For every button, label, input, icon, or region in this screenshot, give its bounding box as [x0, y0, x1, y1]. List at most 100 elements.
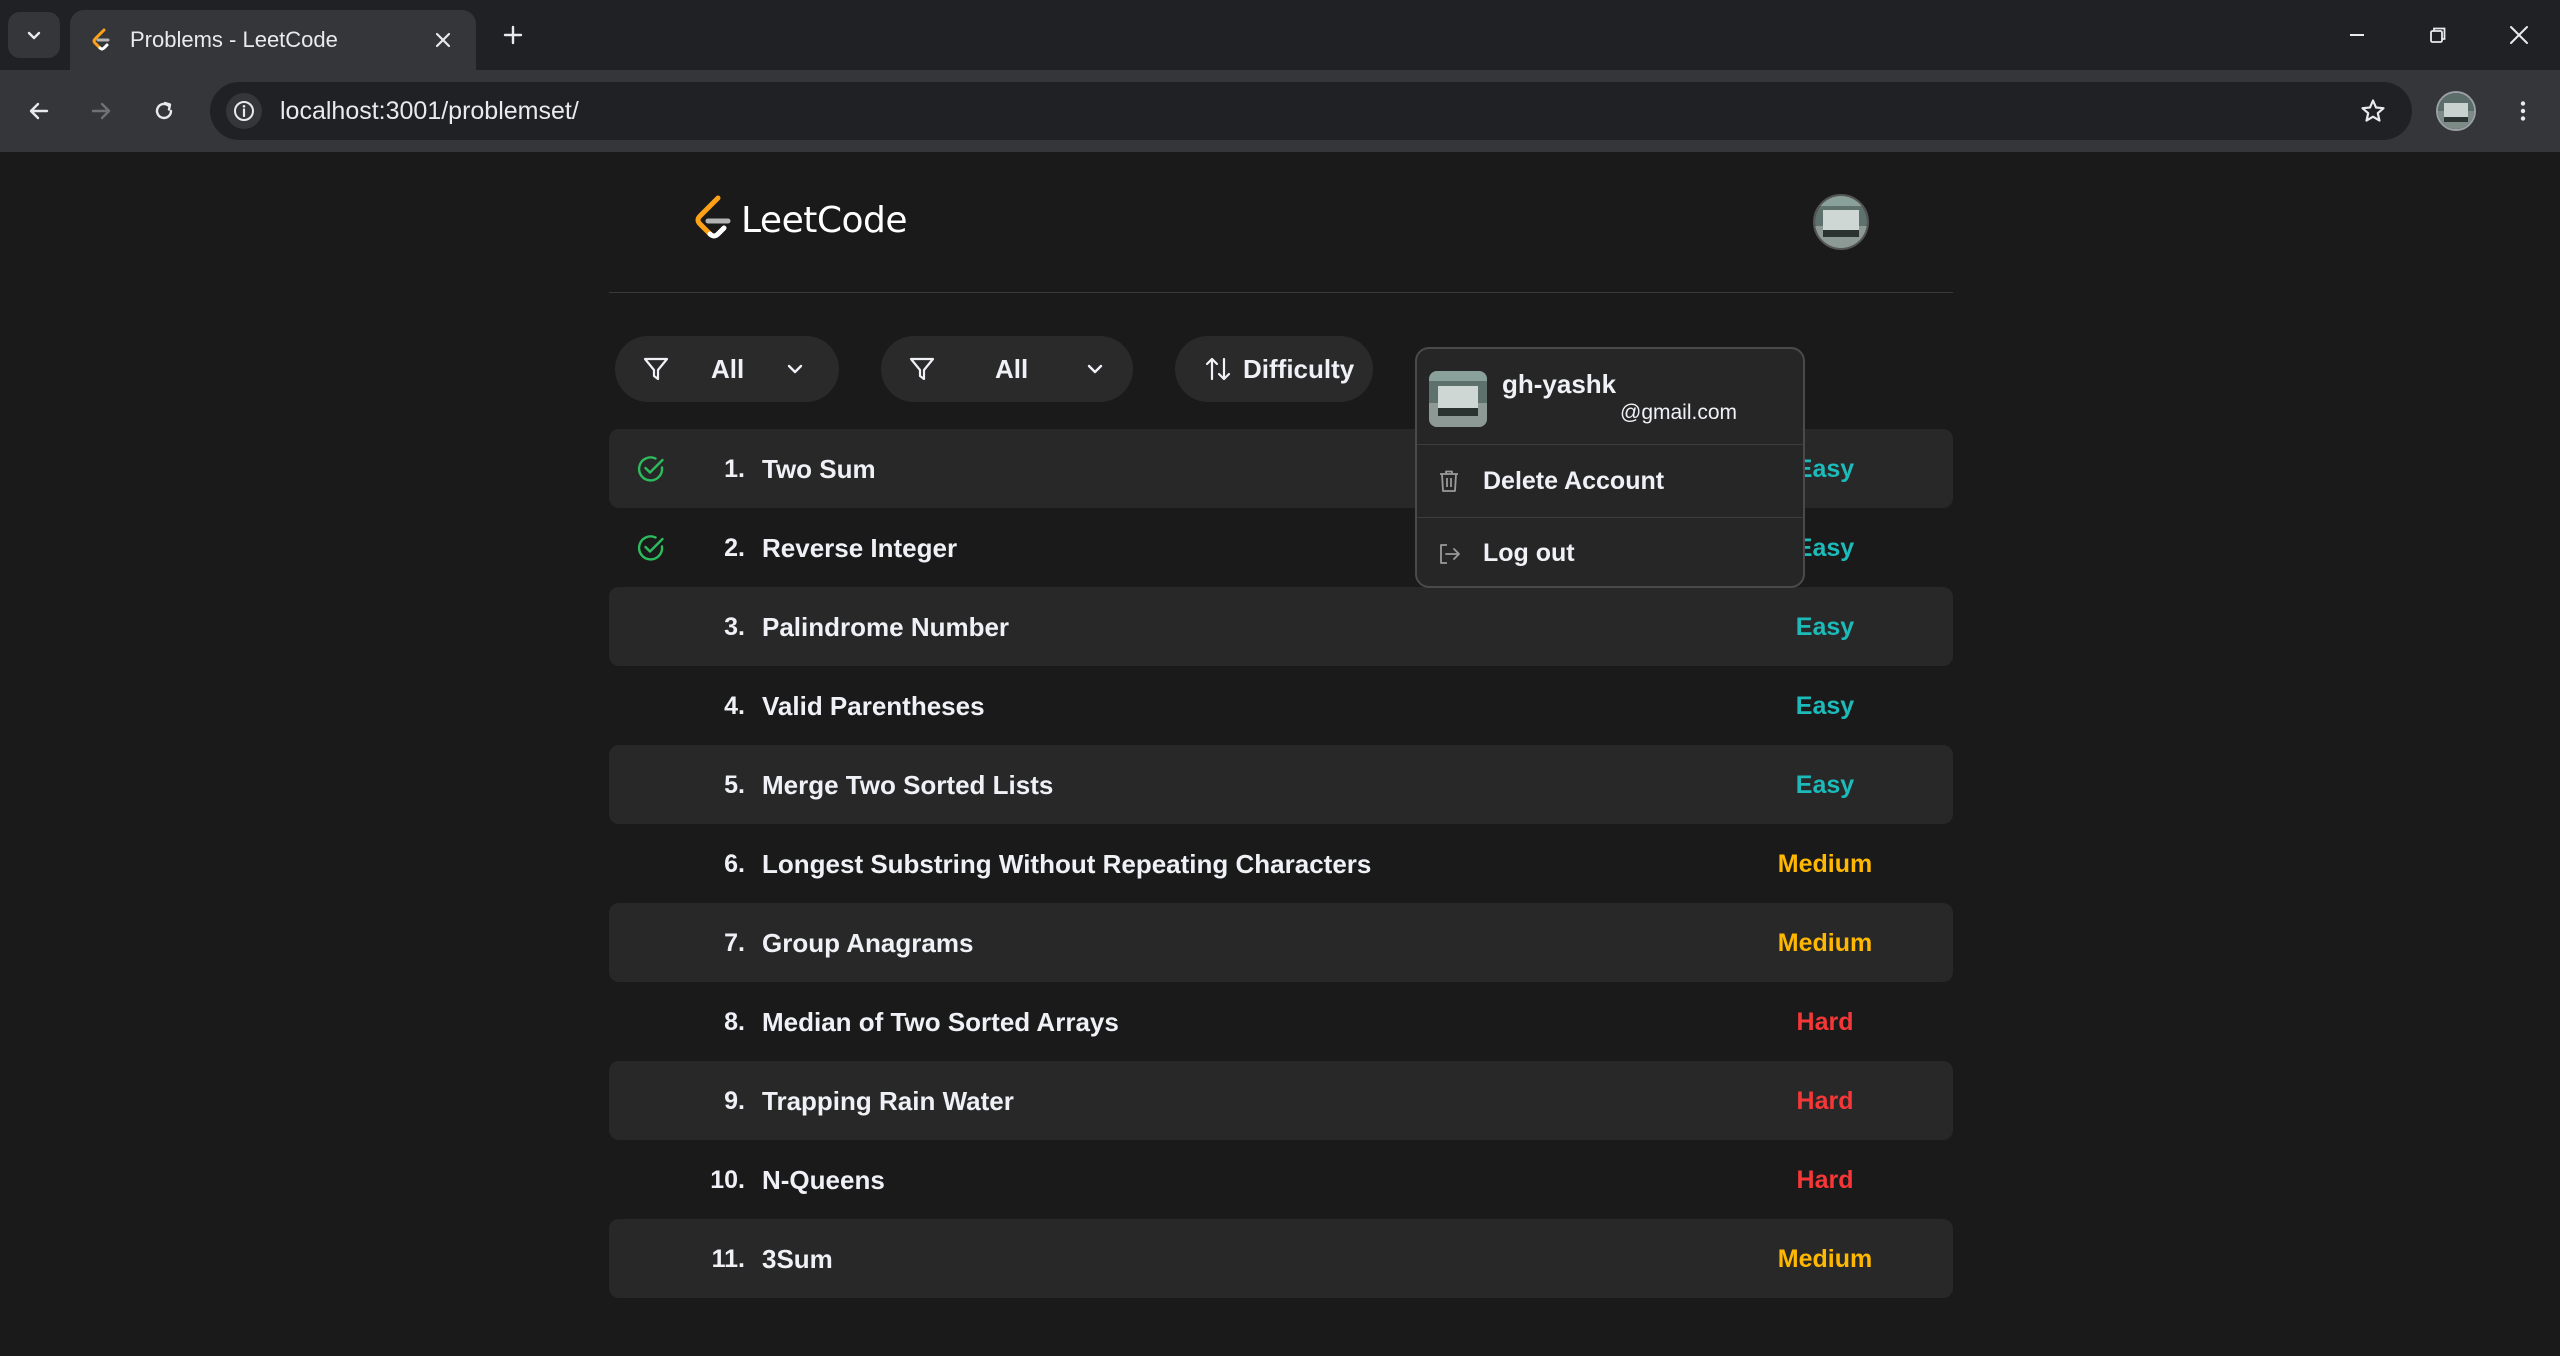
tag-filter[interactable]: All	[881, 336, 1133, 402]
leetcode-favicon-icon	[92, 28, 110, 51]
problem-difficulty: Easy	[1765, 613, 1885, 642]
difficulty-label: Hard	[1796, 1008, 1854, 1036]
filter-icon	[909, 357, 935, 381]
minimize-icon	[2350, 34, 2364, 36]
browser-tab[interactable]: Problems - LeetCode	[70, 10, 476, 70]
dropdown-avatar	[1429, 371, 1487, 427]
browser-menu-button[interactable]	[2500, 88, 2546, 134]
problem-row[interactable]: 10. N-Queens Hard	[609, 1140, 1953, 1219]
leetcode-logo-icon	[695, 195, 731, 239]
chevron-down-icon	[1088, 364, 1103, 374]
tab-title: Problems - LeetCode	[130, 27, 338, 52]
problem-row[interactable]: 9. Trapping Rain Water Hard	[609, 1061, 1953, 1140]
browser-toolbar: localhost:3001/problemset/	[0, 70, 2560, 152]
sort-difficulty-button[interactable]: Difficulty	[1175, 336, 1373, 402]
problem-difficulty: Medium	[1765, 1245, 1885, 1274]
problem-row[interactable]: 8. Median of Two Sorted Arrays Hard	[609, 982, 1953, 1061]
user-dropdown-menu: gh-yashk @gmail.com Delete Account Log o…	[1415, 347, 1805, 588]
problem-title[interactable]: Longest Substring Without Repeating Char…	[762, 849, 1371, 880]
browser-tabstrip: Problems - LeetCode	[0, 0, 2560, 70]
delete-account-item[interactable]: Delete Account	[1417, 445, 1803, 517]
back-button[interactable]	[16, 88, 62, 134]
profile-photo-icon	[1429, 371, 1487, 427]
problem-number: 4.	[724, 692, 745, 720]
solved-check-icon	[637, 456, 664, 482]
sort-label: Difficulty	[1243, 353, 1355, 384]
logout-icon	[1435, 540, 1463, 568]
site-info-button[interactable]	[226, 93, 262, 129]
problem-number: 8.	[724, 1008, 745, 1036]
problem-number: 1.	[724, 455, 745, 483]
trash-icon	[1435, 467, 1463, 495]
leetcode-logo[interactable]: LeetCode	[691, 194, 908, 246]
chevron-down-icon	[788, 364, 803, 374]
close-window-button[interactable]	[2496, 12, 2542, 58]
new-tab-button[interactable]	[494, 16, 532, 54]
restore-button[interactable]	[2415, 12, 2461, 58]
problem-title[interactable]: Valid Parentheses	[762, 691, 985, 722]
dropdown-email: @gmail.com	[1620, 401, 1738, 424]
close-icon	[2510, 26, 2528, 44]
tag-filter-value: All	[995, 353, 1029, 384]
restore-icon	[2430, 27, 2446, 43]
difficulty-label: Medium	[1777, 929, 1873, 957]
reload-button[interactable]	[141, 88, 187, 134]
problem-title[interactable]: Group Anagrams	[762, 928, 973, 959]
problem-row[interactable]: 7. Group Anagrams Medium	[609, 903, 1953, 982]
forward-button[interactable]	[78, 88, 124, 134]
chevron-down-icon	[27, 31, 41, 40]
problem-row[interactable]: 3. Palindrome Number Easy	[609, 587, 1953, 666]
problem-row[interactable]: 4. Valid Parentheses Easy	[609, 666, 1953, 745]
browser-profile-avatar[interactable]	[2436, 91, 2476, 131]
difficulty-label: Medium	[1777, 1245, 1873, 1273]
user-avatar[interactable]	[1813, 194, 1869, 250]
problem-row[interactable]: 6. Longest Substring Without Repeating Ch…	[609, 824, 1953, 903]
problem-row[interactable]: 11. 3Sum Medium	[609, 1219, 1953, 1298]
problem-difficulty: Medium	[1765, 929, 1885, 958]
star-icon	[2361, 99, 2385, 122]
problem-title[interactable]: Median of Two Sorted Arrays	[762, 1007, 1119, 1038]
logout-item[interactable]: Log out	[1417, 517, 1803, 589]
problem-number: 5.	[724, 771, 745, 799]
problem-number: 2.	[724, 534, 745, 562]
tab-search-button[interactable]	[8, 12, 60, 58]
difficulty-label: Easy	[1795, 692, 1855, 720]
plus-icon	[503, 25, 523, 45]
problem-title[interactable]: 3Sum	[762, 1244, 833, 1275]
status-filter[interactable]: All	[615, 336, 839, 402]
problem-title[interactable]: N-Queens	[762, 1165, 885, 1196]
problem-number: 10.	[710, 1166, 745, 1194]
url-text[interactable]: localhost:3001/problemset/	[280, 97, 2350, 126]
problem-title[interactable]: Palindrome Number	[762, 612, 1009, 643]
bookmark-button[interactable]	[2350, 88, 2396, 134]
address-bar[interactable]: localhost:3001/problemset/	[210, 82, 2412, 140]
dropdown-username: gh-yashk	[1502, 369, 1617, 399]
problem-title[interactable]: Two Sum	[762, 454, 876, 485]
delete-account-label: Delete Account	[1483, 466, 1665, 495]
logout-label: Log out	[1483, 539, 1575, 567]
profile-photo-icon	[2438, 93, 2474, 129]
problem-difficulty: Hard	[1765, 1166, 1885, 1195]
difficulty-label: Hard	[1796, 1087, 1854, 1115]
solved-check-icon	[637, 535, 664, 561]
minimize-button[interactable]	[2334, 12, 2380, 58]
difficulty-label: Easy	[1795, 613, 1855, 641]
difficulty-label: Medium	[1777, 850, 1873, 878]
sort-arrows-icon	[1205, 357, 1231, 381]
close-icon	[435, 32, 451, 48]
problem-number: 9.	[724, 1087, 745, 1115]
problem-difficulty: Easy	[1765, 771, 1885, 800]
problem-number: 11.	[711, 1245, 745, 1273]
problem-number: 7.	[724, 929, 745, 957]
problem-title[interactable]: Reverse Integer	[762, 533, 957, 564]
reload-icon	[155, 101, 173, 120]
problem-title[interactable]: Trapping Rain Water	[762, 1086, 1014, 1117]
problem-title[interactable]: Merge Two Sorted Lists	[762, 770, 1053, 801]
site-header: LeetCode	[609, 152, 1953, 293]
filter-icon	[643, 357, 669, 381]
problem-row[interactable]: 5. Merge Two Sorted Lists Easy	[609, 745, 1953, 824]
tab-close-button[interactable]	[428, 25, 458, 55]
problem-difficulty: Hard	[1765, 1087, 1885, 1116]
problem-number: 3.	[724, 613, 745, 641]
problem-difficulty: Easy	[1765, 692, 1885, 721]
